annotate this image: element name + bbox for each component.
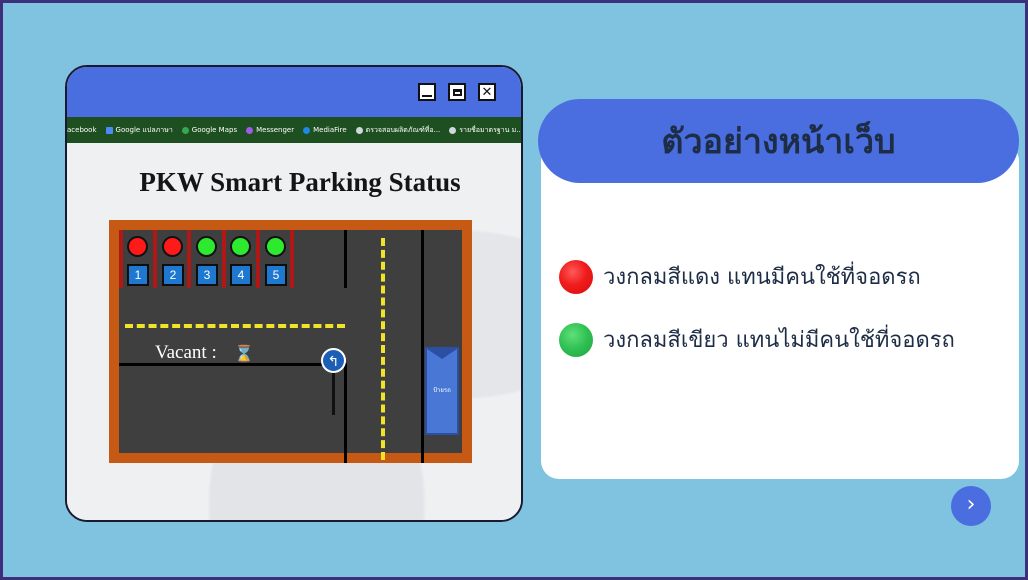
slide: ✕ acebook Google แปลภาษา Google Maps Mes… [0,0,1028,580]
bookmark-item[interactable]: ตรวจสอบผลิตภัณฑ์ที่อ... [355,125,440,136]
web-page-content: PKW Smart Parking Status 1 2 3 4 5 Vacan… [67,143,521,520]
spot-divider [119,230,123,288]
spot-divider [187,230,191,288]
spot-divider [256,230,260,288]
minimize-icon[interactable] [418,83,436,101]
maximize-icon[interactable] [448,83,466,101]
page-title: PKW Smart Parking Status [139,167,461,197]
map-pin-icon [181,126,189,134]
legend-text: วงกลมสีเขียว แทนไม่มีคนใช้ที่จอดรถ [603,328,955,353]
spot-divider [222,230,226,288]
messenger-icon [246,126,254,134]
legend-item-green: วงกลมสีเขียว แทนไม่มีคนใช้ที่จอดรถ [559,322,955,357]
road-line [344,363,347,463]
bus-roof [427,349,457,359]
status-light-vacant [265,236,286,257]
vacant-label: Vacant : [155,342,217,363]
road-line [421,230,424,463]
bookmark-icon [105,126,113,134]
bookmark-item[interactable]: Messenger [246,126,294,134]
legend-card [541,143,1019,479]
red-circle-icon [559,259,593,294]
green-circle-icon [559,322,593,357]
road-line [119,363,324,366]
bookmark-item[interactable]: MediaFire [303,126,347,134]
bus-stop-icon: ป้ายรถ [425,347,459,435]
road-line [344,230,347,288]
bookmarks-bar: acebook Google แปลภาษา Google Maps Messe… [67,117,521,143]
bus-stop-label: ป้ายรถ [433,387,451,394]
bookmark-item[interactable]: Google แปลภาษา [105,125,173,136]
next-slide-button[interactable]: › [951,486,991,526]
spot-number: 3 [196,264,218,286]
close-icon[interactable]: ✕ [478,83,496,101]
bookmark-item[interactable]: Google Maps [181,126,237,134]
status-light-vacant [196,236,217,257]
spot-number: 1 [127,264,149,286]
sign-pole [332,373,335,415]
parking-lot-diagram: 1 2 3 4 5 Vacant : ⌛ ↰ ป้ายรถ [109,220,472,463]
spot-number: 5 [265,264,287,286]
status-light-occupied [162,236,183,257]
status-light-vacant [230,236,251,257]
legend-item-red: วงกลมสีแดง แทนมีคนใช้ที่จอดรถ [559,259,921,294]
turn-sign-icon: ↰ [321,348,346,373]
status-light-occupied [127,236,148,257]
spot-number: 4 [230,264,252,286]
window-titlebar: ✕ [67,67,521,117]
browser-window-mock: ✕ acebook Google แปลภาษา Google Maps Mes… [65,65,523,522]
globe-icon [355,126,363,134]
legend-title: ตัวอย่างหน้าเว็บ [661,122,896,162]
spot-divider [153,230,157,288]
legend-text: วงกลมสีแดง แทนมีคนใช้ที่จอดรถ [603,265,921,290]
hourglass-icon: ⌛ [234,344,254,363]
lane-marking-vertical [381,238,385,460]
bookmark-item[interactable]: acebook [67,126,97,134]
spot-number: 2 [162,264,184,286]
lane-marking-horizontal [125,324,345,328]
globe-icon [449,126,457,134]
mediafire-icon [303,126,311,134]
bookmark-item[interactable]: รายชื่อมาตรฐาน ม... [449,125,521,136]
legend-header: ตัวอย่างหน้าเว็บ [538,99,1019,183]
spot-divider [290,230,294,288]
